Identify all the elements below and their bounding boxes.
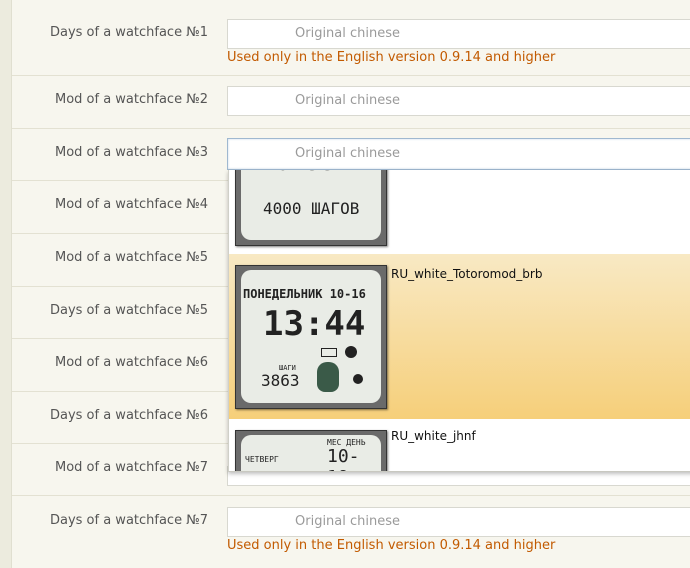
select-value: Original chinese [295,514,401,529]
row-label: Mod of a watchface №4 [54,197,208,212]
lcd-date: 10-19 [327,446,360,471]
select-mod-2[interactable]: Original chinese [227,86,690,116]
select-mod-3[interactable]: Original chinese [227,138,690,170]
row-label: Mod of a watchface №6 [54,355,208,370]
lcd-top-text: 10-55 [261,170,337,176]
watchface-thumbnail: 10-55 4000 ШАГОВ [235,170,387,246]
row-label: Days of a watchface №1 [49,25,208,40]
version-note: Used only in the English version 0.9.14 … [227,50,556,65]
select-value: Original chinese [295,146,401,161]
select-days-1[interactable]: Original chinese [227,19,690,49]
option-name: RU_white_jhnf [391,429,476,443]
row-label: Days of a watchface №7 [49,513,208,528]
option-name: RU_white_Totoromod_brb [391,267,543,281]
left-margin [0,0,12,568]
dropdown-option-selected[interactable]: ПОНЕДЕЛЬНИК 10-16 13:44 ШАГИ 3863 RU_whi… [229,254,690,419]
lcd-top-text: ПОНЕДЕЛЬНИК 10-16 [243,287,366,301]
soot-sprite-icon [345,346,357,358]
watchface-dropdown[interactable]: 10-55 4000 ШАГОВ ПОНЕДЕЛЬНИК 10-16 13:44… [228,170,690,472]
select-days-7[interactable]: Original chinese [227,507,690,537]
select-value: Original chinese [295,93,401,108]
soot-sprite-icon [353,374,363,384]
row-label: Days of a watchface №5 [49,303,208,318]
totoro-icon [317,362,339,392]
version-note: Used only in the English version 0.9.14 … [227,538,556,553]
dropdown-option[interactable]: 10-55 4000 ШАГОВ [229,170,690,254]
row-label: Mod of a watchface №2 [54,92,208,107]
battery-icon [321,348,337,357]
watchface-thumbnail: МЕС ДЕНЬ ЧЕТВЕРГ 10-19 [235,430,387,471]
select-value: Original chinese [295,26,401,41]
dropdown-option[interactable]: МЕС ДЕНЬ ЧЕТВЕРГ 10-19 RU_white_jhnf [229,419,690,471]
lcd-steps-text: 4000 ШАГОВ [263,199,360,218]
lcd-time: 13:44 [263,304,366,344]
watchface-thumbnail: ПОНЕДЕЛЬНИК 10-16 13:44 ШАГИ 3863 [235,265,387,409]
row-label: Mod of a watchface №7 [54,460,208,475]
lcd-steps: 3863 [261,371,300,390]
row-label: Days of a watchface №6 [49,408,208,423]
row-label: Mod of a watchface №5 [54,250,208,265]
row-label: Mod of a watchface №3 [54,145,208,160]
lcd-day: ЧЕТВЕРГ [245,455,279,464]
